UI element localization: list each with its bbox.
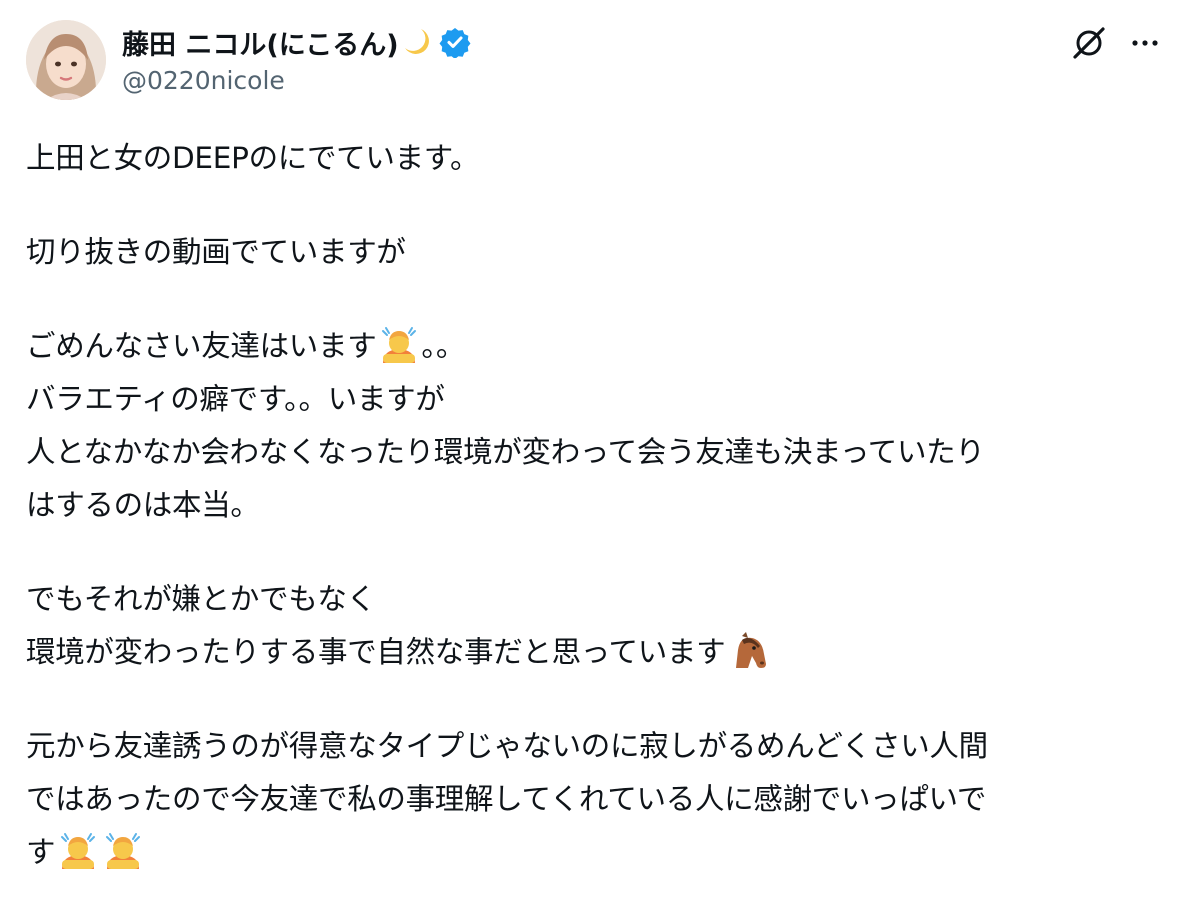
- tweet-line-text: す: [26, 835, 56, 869]
- tweet-line: はするのは本当。: [26, 488, 260, 522]
- tweet-line-text: ごめんなさい友達はいます: [26, 329, 377, 363]
- tweet-line: でもそれが嫌とかでもなく: [26, 582, 376, 616]
- tweet-line: バラエティの癖です。。いますが: [26, 382, 445, 416]
- tweet-text: 上田と女のDEEPのにでています。 切り抜きの動画でていますが ごめんなさい友達…: [26, 132, 1166, 879]
- avatar-image: [26, 20, 106, 100]
- tweet-line: 人となかなか会わなくなったり環境が変わって会う友達も決まっていたり: [26, 435, 985, 469]
- tweet-line: ではあったので今友達で私の事理解してくれている人に感謝でいっぱいで: [26, 782, 987, 816]
- author-name-row: 藤田 ニコル(にこるん): [122, 22, 471, 62]
- tweet-line-text: 。。: [421, 329, 466, 363]
- tweet-line: す: [26, 826, 1166, 879]
- person-bowing-icon: [58, 830, 98, 870]
- more-icon[interactable]: [1126, 24, 1164, 62]
- horse-face-icon: [728, 630, 768, 670]
- person-bowing-icon: [379, 324, 419, 364]
- person-bowing-icon: [103, 830, 143, 870]
- tweet-line-text: 環境が変わったりする事で自然な事だと思っています: [26, 635, 726, 669]
- verified-icon[interactable]: [439, 26, 471, 59]
- tweet-header: 藤田 ニコル(にこるん) @0220nicole: [26, 20, 1166, 102]
- display-name[interactable]: 藤田 ニコル(にこるん): [122, 23, 399, 62]
- tweet-line: 上田と女のDEEPのにでています。: [26, 141, 480, 175]
- crescent-moon-icon: [401, 26, 433, 58]
- author-handle[interactable]: @0220nicole: [122, 66, 285, 95]
- tweet-line: 切り抜きの動画でていますが: [26, 235, 406, 269]
- grok-icon[interactable]: [1070, 24, 1108, 62]
- tweet-line: ごめんなさい友達はいます 。。: [26, 320, 1166, 373]
- tweet-line: 元から友達誘うのが得意なタイプじゃないのに寂しがるめんどくさい人間: [26, 729, 988, 763]
- tweet-line: 環境が変わったりする事で自然な事だと思っています: [26, 626, 1166, 679]
- avatar[interactable]: [26, 20, 106, 100]
